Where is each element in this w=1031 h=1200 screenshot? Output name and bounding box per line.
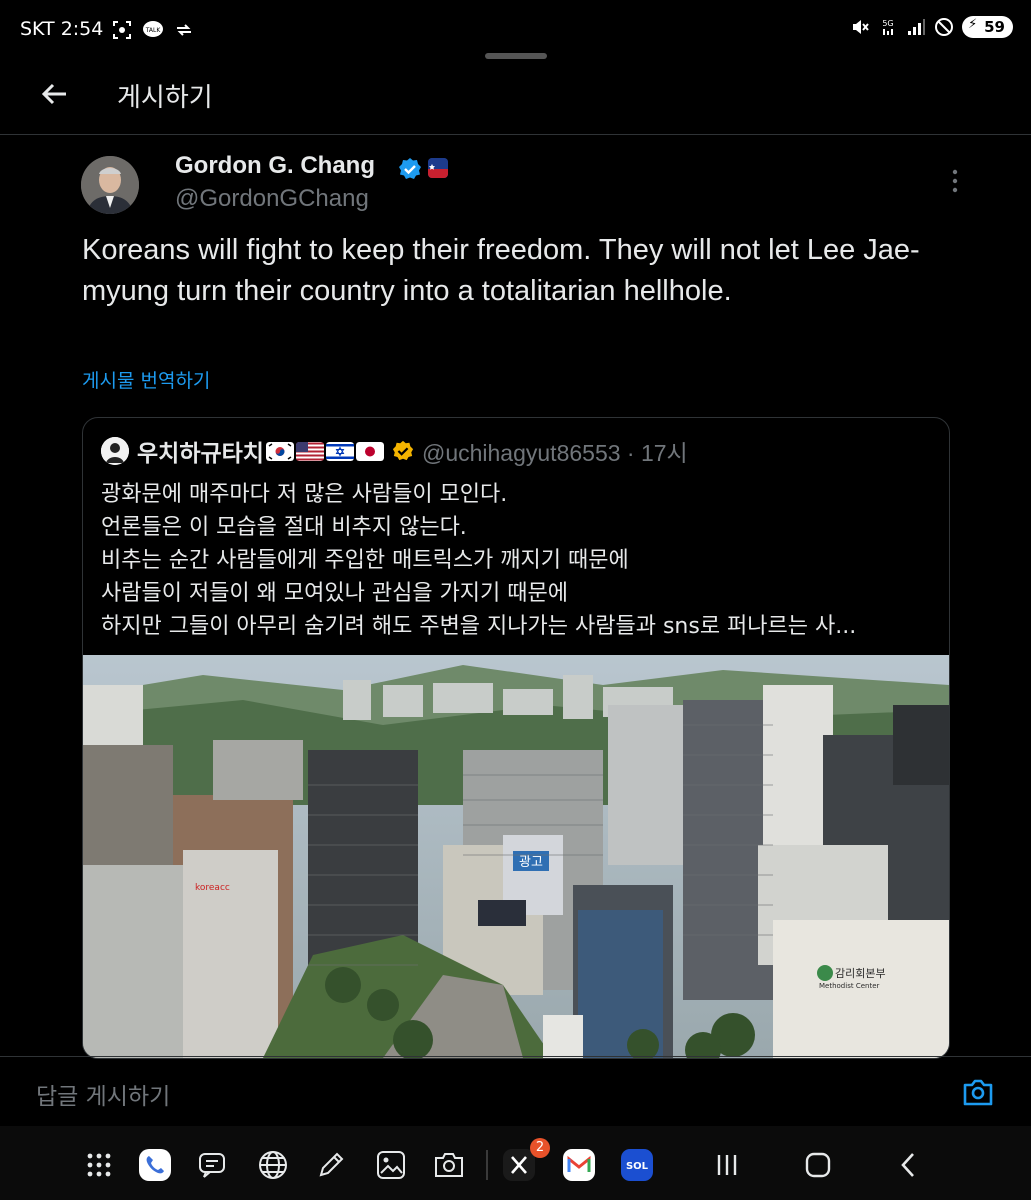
methodist-center-sign: 감리회본부 <box>835 967 886 980</box>
camera-app-icon[interactable] <box>432 1148 466 1182</box>
network-icon: 5G <box>882 19 894 35</box>
quoted-handle-time[interactable]: @uchihagyut86553 · 17시 <box>422 434 688 468</box>
quoted-post[interactable]: 우치하규타치 @uchihagyut86553 · 17시 광화문에 매주마다 … <box>82 417 950 1059</box>
drag-handle[interactable] <box>485 53 547 59</box>
back-nav-icon[interactable] <box>892 1148 926 1182</box>
quoted-author-name[interactable]: 우치하규타치 <box>137 434 264 468</box>
quoted-post-text: 광화문에 매주마다 저 많은 사람들이 모인다. 언론들은 이 모습을 절대 비… <box>101 478 931 643</box>
screenshot-icon <box>113 21 131 39</box>
recents-icon[interactable] <box>710 1148 744 1182</box>
talk-icon: TALK <box>143 21 163 37</box>
home-icon[interactable] <box>801 1148 835 1182</box>
sol-bank-label: SOL <box>626 1161 649 1172</box>
pen-icon[interactable] <box>314 1148 348 1182</box>
phone-icon[interactable] <box>138 1148 172 1182</box>
dnd-icon <box>935 18 954 36</box>
reply-bar: 답글 게시하기 <box>0 1056 1031 1127</box>
reply-input[interactable]: 답글 게시하기 <box>36 1077 170 1111</box>
messages-icon[interactable] <box>196 1148 230 1182</box>
battery-indicator: 59 <box>962 16 1013 38</box>
quoted-text-line: 언론들은 이 모습을 절대 비추지 않는다. <box>101 515 467 540</box>
israel-flag-icon <box>325 441 354 461</box>
author-handle[interactable]: @GordonGChang <box>175 185 369 213</box>
quoted-text-line: 광화문에 매주마다 저 많은 사람들이 모인다. <box>101 482 508 507</box>
page-header: 게시하기 <box>0 62 1031 135</box>
apps-grid-icon[interactable] <box>82 1148 116 1182</box>
koreacc-sign: koreacc <box>195 883 230 893</box>
ad-sign-label: 광고 <box>519 855 543 870</box>
dock-separator <box>486 1150 488 1180</box>
quoted-text-line: 하지만 그들이 아무리 숨기려 해도 주변을 지나가는 사람들과 sns로 퍼나… <box>101 614 857 639</box>
verified-badge-icon[interactable] <box>398 157 422 181</box>
gallery-icon[interactable] <box>374 1148 408 1182</box>
sync-icon <box>177 24 191 36</box>
back-arrow-icon[interactable] <box>36 76 72 112</box>
carrier-time: SKT 2:54 <box>20 18 104 40</box>
gmail-icon[interactable] <box>562 1148 596 1182</box>
more-options-icon[interactable] <box>944 168 966 194</box>
quoted-post-header: 우치하규타치 @uchihagyut86553 · 17시 <box>101 434 688 468</box>
page-title: 게시하기 <box>117 83 213 113</box>
methodist-center-sign-sub: Methodist Center <box>819 982 879 990</box>
quoted-photo[interactable]: 광고 감리회본부 Methodist Center koreacc <box>83 655 949 1058</box>
svg-text:5G: 5G <box>882 19 893 28</box>
quoted-verified-badge-icon <box>392 440 414 461</box>
signal-icon <box>908 19 926 35</box>
browser-icon[interactable] <box>256 1148 290 1182</box>
flag-emojis <box>265 441 384 461</box>
translate-link[interactable]: 게시물 번역하기 <box>82 366 210 393</box>
quoted-text-line: 사람들이 저들이 왜 모여있나 관심을 가지기 때문에 <box>101 581 569 606</box>
sol-bank-icon[interactable]: SOL <box>620 1148 654 1182</box>
author-name[interactable]: Gordon G. Chang <box>175 152 375 180</box>
camera-icon[interactable] <box>962 1077 994 1107</box>
avatar[interactable] <box>81 156 139 214</box>
quoted-avatar[interactable] <box>101 437 129 465</box>
usa-flag-icon <box>295 441 324 461</box>
navigation-dock: 2 SOL <box>0 1126 1031 1200</box>
mute-icon <box>853 20 869 34</box>
japan-flag-icon <box>355 441 384 461</box>
notification-badge: 2 <box>530 1138 550 1158</box>
svg-text:TALK: TALK <box>145 27 162 34</box>
quoted-text-line: 비추는 순간 사람들에게 주입한 매트릭스가 깨지기 때문에 <box>101 548 629 573</box>
korea-flag-icon <box>265 441 294 461</box>
post-text: Koreans will fight to keep their freedom… <box>82 234 920 307</box>
affiliate-badge-icon[interactable] <box>428 158 448 178</box>
